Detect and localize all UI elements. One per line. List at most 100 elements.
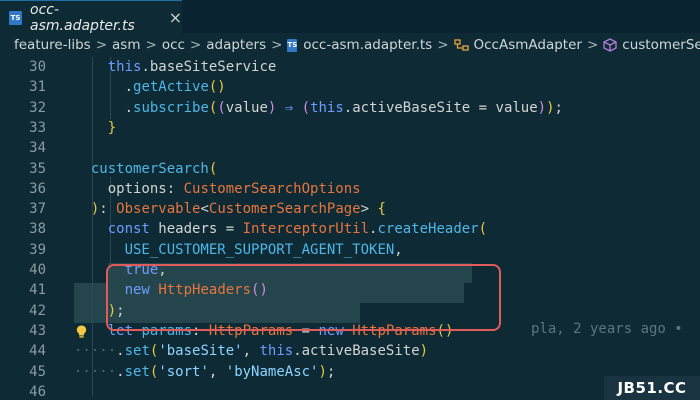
code-token: , <box>242 343 260 360</box>
line-number: 32 <box>29 99 46 116</box>
code-token: ) <box>267 99 285 116</box>
code-token: 'baseSite' <box>158 343 243 360</box>
code-text: options: CustomerSearchOptions <box>108 179 361 199</box>
line-number: 38 <box>29 221 46 238</box>
code-token: customerSearch <box>90 160 209 177</box>
code-token: 'byNameAsc' <box>225 363 319 380</box>
code-token: < <box>200 201 209 218</box>
breadcrumb-item-file[interactable]: occ-asm.adapter.ts <box>303 37 432 53</box>
code-line[interactable]: 32 .subscribe((value) ⇒ (this.activeBaseS… <box>0 98 700 118</box>
code-line[interactable]: 46 <box>0 382 700 400</box>
code-token: createHeader <box>377 221 479 238</box>
code-token: this <box>107 59 142 75</box>
code-token: . <box>116 363 125 380</box>
code-token: ) <box>318 363 327 380</box>
code-token: : <box>99 201 117 218</box>
breadcrumb-item-feature-libs[interactable]: feature-libs <box>14 37 91 53</box>
chevron-right-icon: > <box>271 37 283 53</box>
breadcrumb-item-adapters[interactable]: adapters <box>206 37 266 53</box>
code-line[interactable]: 44 ·····.set('baseSite', this.activeBaseS… <box>0 341 700 361</box>
line-number: 34 <box>29 140 46 157</box>
class-icon <box>453 38 469 52</box>
code-token: { <box>377 201 386 218</box>
code-token: . <box>124 99 134 116</box>
code-token: ⇒ <box>284 99 294 116</box>
code-token: value <box>225 99 268 116</box>
line-number: 36 <box>29 180 46 197</box>
code-token: this <box>259 343 294 360</box>
code-line[interactable]: 36 options: CustomerSearchOptions <box>0 179 700 199</box>
code-token: const <box>107 221 150 238</box>
code-text: ·····.set('sort', 'byNameAsc'); <box>74 362 335 382</box>
code-token: . <box>116 343 125 360</box>
breadcrumb-item-class[interactable]: OccAsmAdapter <box>474 37 582 53</box>
code-token: InterceptorUtil <box>242 221 370 238</box>
line-number: 43 <box>29 322 46 339</box>
code-token: .baseSiteService <box>141 59 277 75</box>
code-token: ( <box>208 160 218 177</box>
chevron-right-icon: > <box>95 37 108 53</box>
typescript-file-icon: TS <box>9 10 23 25</box>
code-line[interactable]: 45 ·····.set('sort', 'byNameAsc'); <box>0 362 700 382</box>
code-line[interactable]: 31 .getActive() <box>0 77 700 97</box>
code-token: subscribe <box>133 99 209 116</box>
line-number: 45 <box>29 363 46 380</box>
code-token: ) <box>546 99 555 116</box>
close-icon[interactable]: × <box>169 8 182 27</box>
code-token: , <box>208 363 226 380</box>
code-token: ( <box>478 221 488 238</box>
code-token: ( <box>301 99 311 116</box>
line-number: 41 <box>29 282 46 299</box>
code-text: } <box>108 118 116 138</box>
code-text: ): Observable<CustomerSearchPage> { <box>91 199 386 219</box>
line-number: 46 <box>29 383 46 400</box>
code-token: ) <box>537 99 547 116</box>
code-token: , <box>394 241 403 258</box>
code-line[interactable]: 34 <box>0 138 700 158</box>
line-number: 30 <box>29 59 46 75</box>
code-token: CustomerSearchOptions <box>183 180 361 197</box>
chevron-right-icon: > <box>145 37 157 53</box>
code-token: . <box>124 79 134 96</box>
code-text: USE_CUSTOMER_SUPPORT_AGENT_TOKEN, <box>125 240 403 260</box>
tab-occ-asm-adapter[interactable]: TS occ-asm.adapter.ts × <box>0 0 182 34</box>
typescript-file-icon: TS <box>287 38 298 52</box>
code-text: .getActive() <box>125 77 226 97</box>
code-text: this.baseSiteService <box>108 57 277 77</box>
whitespace-marker: ····· <box>74 363 117 380</box>
line-number: 44 <box>29 343 46 360</box>
breadcrumb-item-asm[interactable]: asm <box>112 37 140 53</box>
code-editor[interactable]: 30 this.baseSiteService 31 .getActive() 32 .s… <box>0 57 700 400</box>
code-line[interactable]: 37 ): Observable<CustomerSearchPage> { <box>0 199 700 219</box>
code-line[interactable]: 39 USE_CUSTOMER_SUPPORT_AGENT_TOKEN, <box>0 240 700 260</box>
lightbulb-icon[interactable] <box>76 324 87 338</box>
chevron-right-icon: > <box>586 37 599 53</box>
breadcrumb-item-occ[interactable]: occ <box>162 37 185 53</box>
code-line[interactable]: 30 this.baseSiteService <box>0 57 700 77</box>
line-number: 42 <box>29 302 46 319</box>
line-number: 39 <box>29 241 46 258</box>
code-token: set <box>124 343 150 360</box>
code-line[interactable]: 33} <box>0 118 700 138</box>
code-token: options <box>107 180 167 197</box>
breadcrumb-item-method[interactable]: customerSearch <box>622 37 700 53</box>
line-number: 40 <box>29 262 46 278</box>
line-number: 33 <box>29 119 46 136</box>
code-token: () <box>208 79 226 96</box>
code-token: ) <box>419 343 429 360</box>
code-line[interactable]: 38 const headers = InterceptorUtil.create… <box>0 219 700 239</box>
code-token: ( <box>217 99 226 116</box>
watermark: JB51.CC <box>604 376 700 400</box>
code-token: headers = <box>149 221 243 238</box>
chevron-right-icon: > <box>189 37 202 53</box>
code-token: : <box>166 180 184 197</box>
code-text: customerSearch( <box>91 159 217 179</box>
whitespace-marker: ····· <box>74 343 117 360</box>
line-number: 37 <box>29 201 46 218</box>
git-blame-annotation: pla, 2 years ago • <box>531 320 683 337</box>
tab-title: occ-asm.adapter.ts <box>30 1 135 34</box>
code-token: getActive <box>133 79 209 96</box>
line-number: 35 <box>29 160 46 177</box>
code-line[interactable]: 35 customerSearch( <box>0 159 700 179</box>
